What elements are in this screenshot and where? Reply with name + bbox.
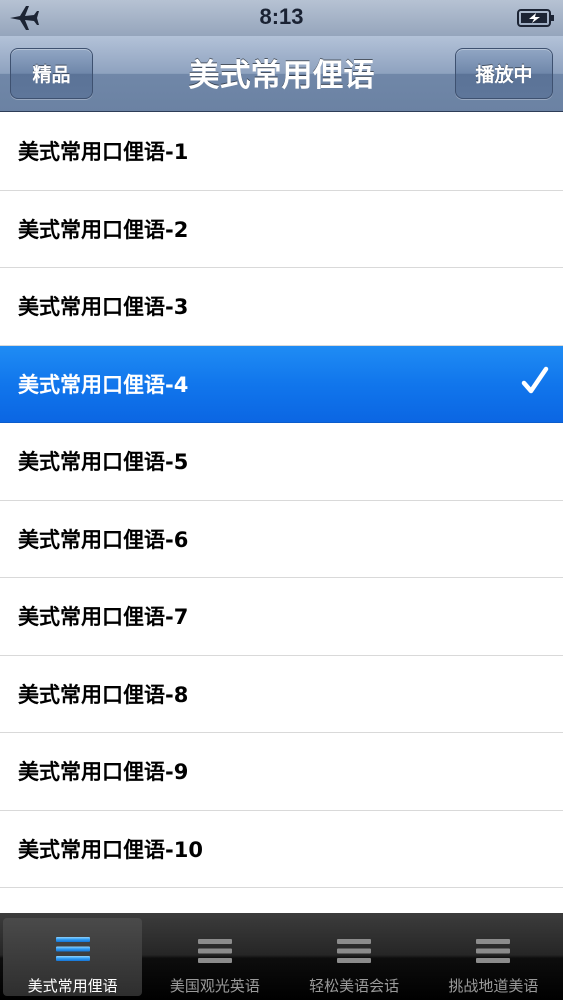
list-item[interactable]: 美式常用口俚语-4: [0, 345, 563, 423]
list-item[interactable]: 美式常用口俚语-10: [0, 811, 563, 888]
tab-authentic-english[interactable]: 挑战地道美语: [424, 913, 563, 1000]
list-item-label: 美式常用口俚语-7: [18, 605, 189, 630]
list-item[interactable]: 美式常用口俚语-3: [0, 268, 563, 346]
list-icon: [337, 939, 372, 963]
page-title: 美式常用俚语: [188, 58, 375, 94]
list-item-label: 美式常用口俚语-6: [18, 527, 189, 552]
list-icon: [55, 937, 90, 961]
checkmark-icon: [521, 366, 549, 393]
list-item[interactable]: 美式常用口俚语-2: [0, 191, 563, 268]
list-item[interactable]: 美式常用口俚语-7: [0, 578, 563, 656]
tab-sightseeing-english[interactable]: 美国观光英语: [145, 913, 284, 1000]
battery-charging-icon: [517, 9, 554, 27]
list-item[interactable]: 美式常用口俚语-6: [0, 501, 563, 578]
list-item[interactable]: 美式常用口俚语-9: [0, 733, 563, 811]
list-item[interactable]: 美式常用口俚语-5: [0, 423, 563, 501]
status-time: 8:13: [259, 4, 304, 29]
list-item-label: 美式常用口俚语-2: [18, 217, 189, 242]
lesson-list: 美式常用口俚语-1 美式常用口俚语-2 美式常用口俚语-3 美式常用口俚语-4 …: [0, 113, 563, 913]
list-item-label: 美式常用口俚语-4: [18, 372, 189, 397]
list-item-label: 美式常用口俚语-8: [18, 682, 189, 707]
list-item-label: 美式常用口俚语-10: [18, 837, 203, 862]
list-item-label: 美式常用口俚语-3: [18, 295, 189, 320]
featured-button[interactable]: 精品: [10, 48, 93, 99]
list-item[interactable]: 美式常用口俚语-8: [0, 656, 563, 733]
list-item-label: 美式常用口俚语-9: [18, 760, 189, 785]
list-icon: [476, 939, 511, 963]
tab-label: 挑战地道美语: [448, 977, 539, 995]
tab-label: 美国观光英语: [169, 977, 260, 995]
tab-easy-conversation[interactable]: 轻松美语会话: [285, 913, 424, 1000]
tab-label: 美式常用俚语: [27, 977, 118, 995]
list-icon: [197, 939, 232, 963]
list-item[interactable]: [0, 888, 563, 913]
list-item-label: 美式常用口俚语-5: [18, 450, 189, 475]
status-bar: 8:13: [0, 0, 563, 36]
navigation-bar: 精品 美式常用俚语 播放中: [0, 36, 563, 112]
tab-american-slang[interactable]: 美式常用俚语: [3, 918, 143, 996]
tab-label: 轻松美语会话: [309, 977, 400, 995]
list-item-label: 美式常用口俚语-1: [18, 140, 189, 165]
now-playing-button[interactable]: 播放中: [455, 48, 553, 99]
list-item[interactable]: 美式常用口俚语-1: [0, 113, 563, 191]
tab-bar: 美式常用俚语 美国观光英语 轻松美语会话 挑战地道美语: [0, 913, 563, 1000]
